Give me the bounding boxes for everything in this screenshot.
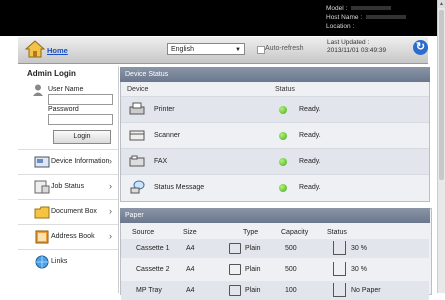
paper-title: Paper xyxy=(120,208,430,223)
paper-level-icon xyxy=(333,283,346,297)
device-row-printer[interactable]: Printer Ready. xyxy=(121,96,429,122)
auto-refresh-label: Auto-refresh xyxy=(265,45,304,52)
username-label: User Name xyxy=(48,86,84,93)
paper-size: A4 xyxy=(186,245,195,252)
auto-refresh-checkbox[interactable] xyxy=(257,46,265,54)
last-updated: Last Updated : 2013/11/01 03:49:39 xyxy=(327,39,386,55)
scanner-icon xyxy=(129,130,145,141)
tray-icon xyxy=(229,264,241,275)
chevron-right-icon: › xyxy=(109,206,112,216)
chevron-right-icon: › xyxy=(109,231,112,241)
col-type-header: Type xyxy=(243,229,259,236)
col-status-header: Status xyxy=(275,86,295,93)
paper-row: Cassette 2 A4 Plain 500 30 % xyxy=(121,260,429,279)
last-updated-value: 2013/11/01 03:49:39 xyxy=(327,47,387,54)
col-source-header: Source xyxy=(132,229,155,236)
model-label: Model : xyxy=(326,5,348,12)
paper-type: Plain xyxy=(245,266,261,273)
refresh-icon[interactable]: ↻ xyxy=(413,40,428,55)
username-input[interactable] xyxy=(48,94,113,105)
device-status: Ready. xyxy=(299,132,321,139)
sidebar-item-device-information[interactable]: Device Information › xyxy=(18,149,118,174)
sidebar-item-label: Device Information xyxy=(51,158,110,165)
status-ready-icon xyxy=(279,106,287,114)
paper-size: A4 xyxy=(186,266,195,273)
home-link[interactable]: Home xyxy=(47,46,68,55)
home-icon[interactable] xyxy=(25,40,45,58)
paper-status: 30 % xyxy=(351,266,367,273)
globe-icon xyxy=(35,255,49,269)
sidebar-item-label: Document Box xyxy=(51,208,97,215)
login-button[interactable]: Login xyxy=(53,130,111,144)
tray-icon xyxy=(229,285,241,296)
status-ready-icon xyxy=(279,132,287,140)
document-box-icon xyxy=(34,206,50,219)
paper-status: 30 % xyxy=(351,245,367,252)
paper-level-icon xyxy=(333,262,346,276)
device-name: FAX xyxy=(154,158,168,165)
sidebar-item-address-book[interactable]: Address Book › xyxy=(18,224,118,249)
job-status-icon xyxy=(34,180,50,194)
status-ready-icon xyxy=(279,158,287,166)
device-name: Scanner xyxy=(154,132,181,139)
paper-level-icon xyxy=(333,241,346,255)
language-select[interactable]: English ▼ xyxy=(167,43,245,55)
status-message-icon xyxy=(130,180,145,194)
device-info-block: Model : Host Name : Location : xyxy=(326,4,407,31)
sidebar-item-job-status[interactable]: Job Status › xyxy=(18,174,118,199)
chevron-right-icon: › xyxy=(109,181,112,191)
device-row-status-message[interactable]: Status Message Ready. xyxy=(121,174,429,200)
paper-source: Cassette 1 xyxy=(136,245,170,252)
col-capacity-header: Capacity xyxy=(281,229,309,236)
device-row-fax[interactable]: FAX Ready. xyxy=(121,148,429,174)
address-book-icon xyxy=(35,230,49,244)
sidebar-item-document-box[interactable]: Document Box › xyxy=(18,199,118,224)
device-status: Ready. xyxy=(299,106,321,113)
language-value: English xyxy=(171,46,194,53)
status-ready-icon xyxy=(279,184,287,192)
paper-row: MP Tray A4 Plain 100 No Paper xyxy=(121,281,429,300)
scrollbar-thumb[interactable] xyxy=(439,10,444,180)
paper-row: Cassette 1 A4 Plain 500 30 % xyxy=(121,239,429,258)
last-updated-label: Last Updated : xyxy=(327,39,370,46)
chevron-down-icon: ▼ xyxy=(235,47,241,53)
paper-capacity: 500 xyxy=(285,245,297,252)
tray-icon xyxy=(229,243,241,254)
paper-source: Cassette 2 xyxy=(136,266,170,273)
sidebar-item-links[interactable]: Links xyxy=(18,249,118,274)
device-name: Printer xyxy=(154,106,175,113)
device-status: Ready. xyxy=(299,158,321,165)
device-status: Ready. xyxy=(299,184,321,191)
paper-capacity: 500 xyxy=(285,266,297,273)
location-label: Location : xyxy=(326,23,355,30)
fax-icon xyxy=(129,155,145,167)
col-size-header: Size xyxy=(183,229,197,236)
device-information-icon xyxy=(34,156,50,168)
col-status-header: Status xyxy=(327,229,347,236)
device-status-title: Device Status xyxy=(120,67,430,82)
printer-icon xyxy=(129,102,145,115)
admin-login-title: Admin Login xyxy=(27,69,76,78)
sidebar-item-label: Links xyxy=(51,258,68,265)
paper-type: Plain xyxy=(245,245,261,252)
device-name: Status Message xyxy=(154,184,205,191)
device-row-scanner[interactable]: Scanner Ready. xyxy=(121,122,429,148)
chevron-right-icon: › xyxy=(109,156,112,166)
password-label: Password xyxy=(48,106,79,113)
scroll-up-icon[interactable]: ▲ xyxy=(438,0,445,8)
sidebar-item-label: Job Status xyxy=(51,183,85,190)
password-input[interactable] xyxy=(48,114,113,125)
col-device-header: Device xyxy=(127,86,149,93)
user-icon xyxy=(33,84,43,96)
host-label: Host Name : xyxy=(326,14,363,21)
sidebar-item-label: Address Book xyxy=(51,233,95,240)
